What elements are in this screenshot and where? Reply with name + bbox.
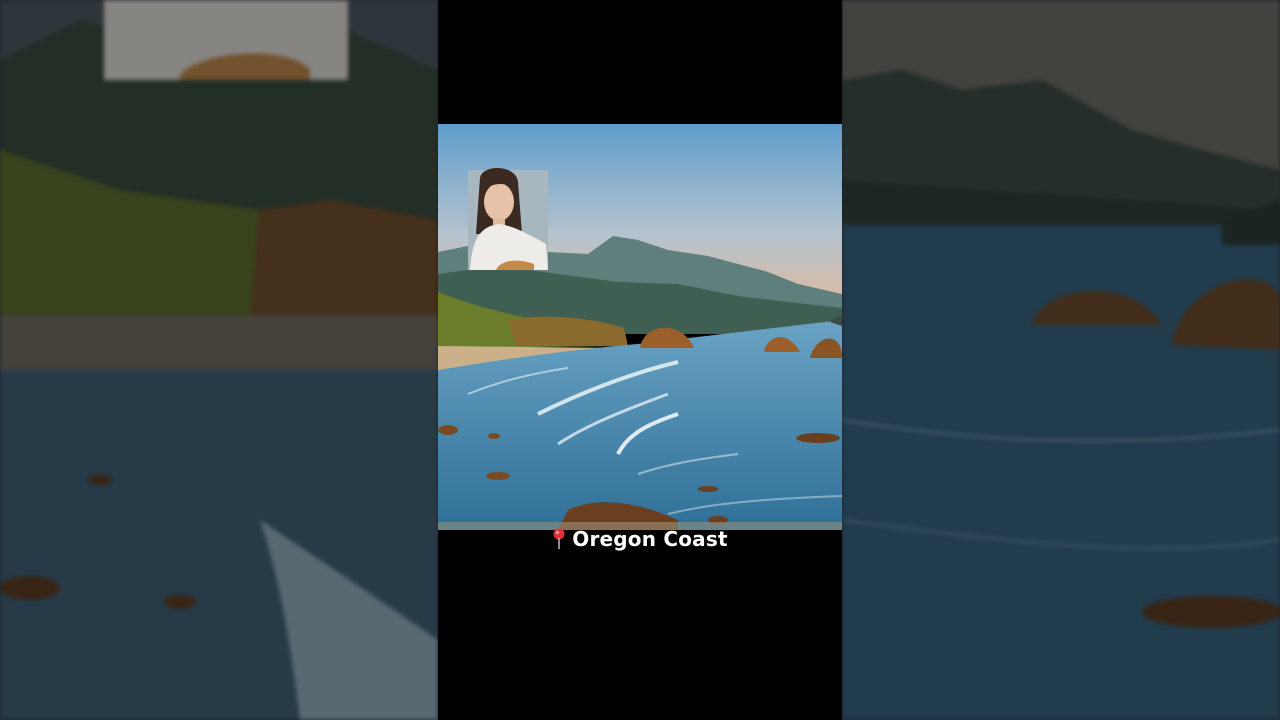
presenter-thumbnail [468, 167, 548, 270]
location-caption-text: Oregon Coast [572, 527, 728, 551]
oregon-coast-photo [438, 124, 842, 530]
blurred-background-right [842, 0, 1280, 720]
map-pin-icon [552, 528, 566, 550]
blurred-background-left [0, 0, 438, 720]
video-frame: Oregon Coast [438, 0, 842, 720]
location-caption: Oregon Coast [438, 524, 842, 554]
